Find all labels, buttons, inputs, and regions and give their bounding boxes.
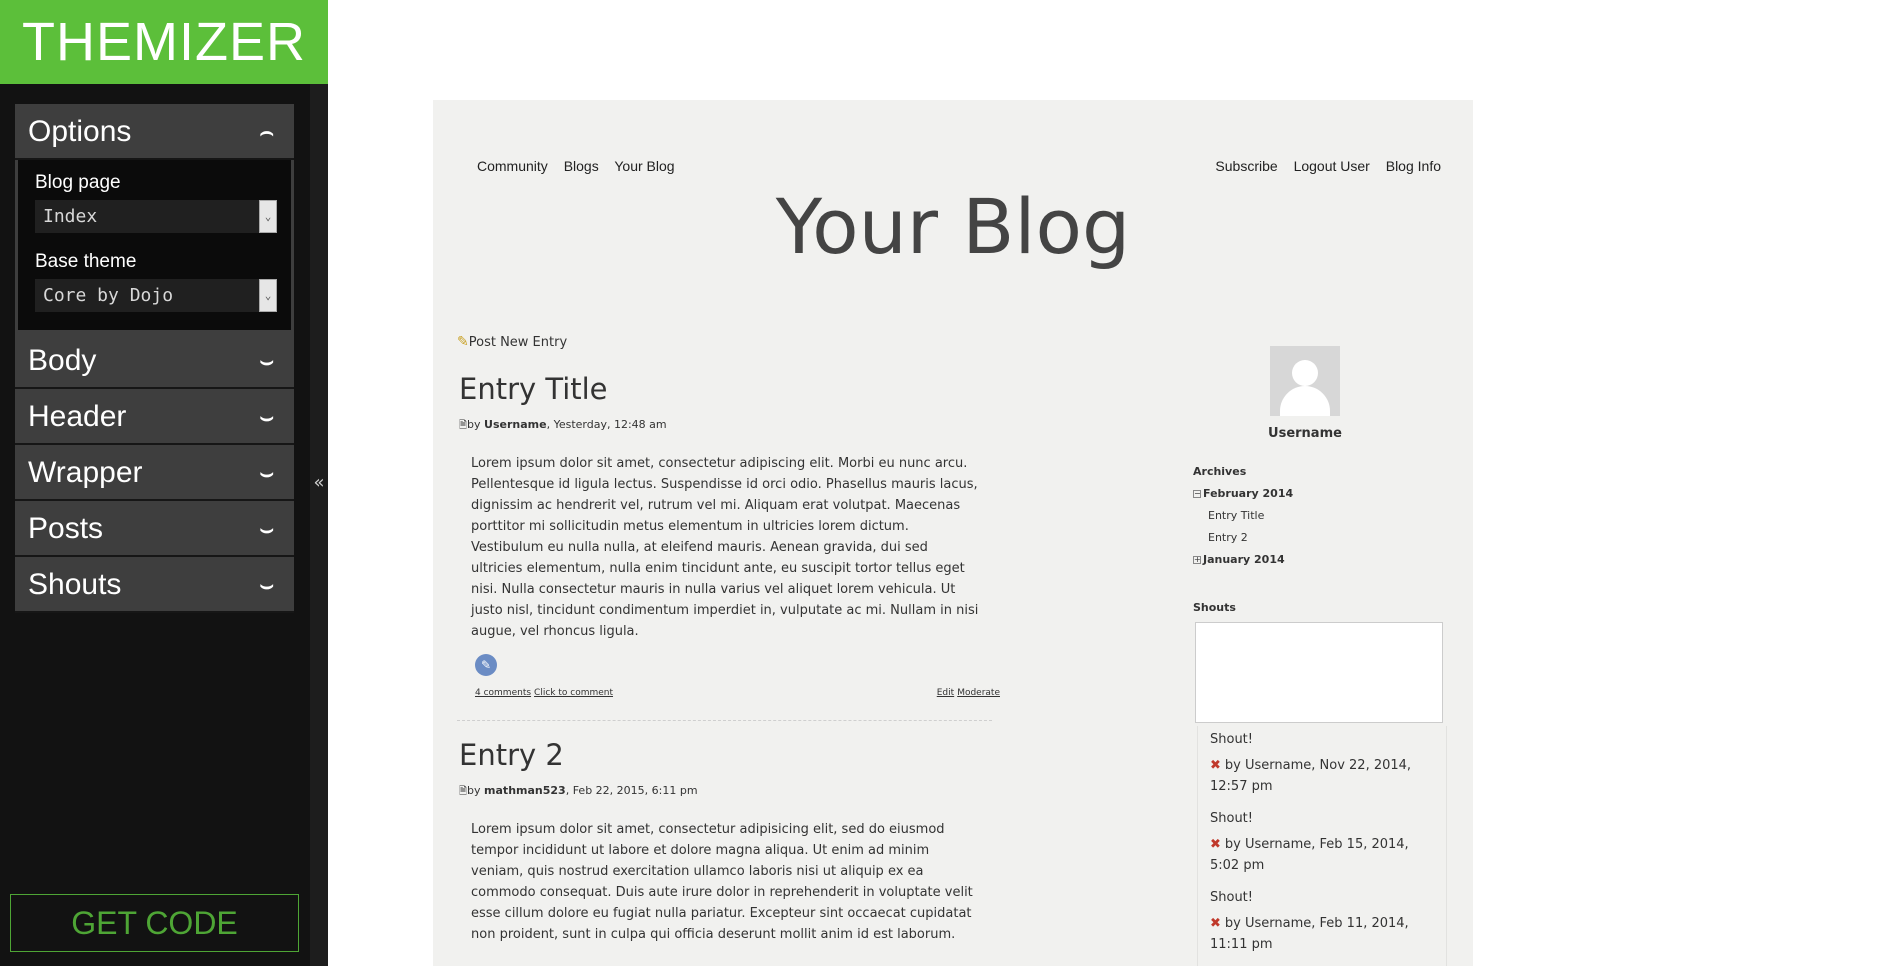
blog-title: Your Blog <box>775 182 1131 271</box>
nav-logout[interactable]: Logout User <box>1294 158 1370 174</box>
chevron-up-icon: ⌢ <box>259 119 274 144</box>
moderate-link[interactable]: Moderate <box>957 688 1000 698</box>
archive-month-label: February 2014 <box>1203 487 1294 500</box>
archive-entry[interactable]: Entry 2 <box>1193 531 1248 544</box>
nav-blogs[interactable]: Blogs <box>564 158 599 174</box>
archive-month-label: January 2014 <box>1203 553 1285 566</box>
collapse-icon: − <box>1193 489 1201 498</box>
shout-meta: by Username, Feb 15, 2014, 5:02 pm <box>1210 837 1409 873</box>
nav-community[interactable]: Community <box>477 158 548 174</box>
chevron-down-icon: ⌣ <box>259 404 274 429</box>
archive-month[interactable]: − February 2014 <box>1193 487 1293 500</box>
collapse-strip <box>310 84 328 966</box>
accordion-body-header[interactable]: Body ⌣ <box>15 333 294 389</box>
accordion-options-header[interactable]: Options ⌢ <box>15 104 294 160</box>
themizer-panel: THEMIZER Options ⌢ Blog page Index ⌄ Bas… <box>0 0 328 966</box>
delete-icon[interactable]: ✖ <box>1210 916 1221 931</box>
nav-subscribe[interactable]: Subscribe <box>1215 158 1277 174</box>
app-logo: THEMIZER <box>0 0 328 84</box>
avatar[interactable] <box>1270 346 1340 416</box>
accordion-options-label: Options <box>28 115 132 148</box>
document-icon: 🗎 <box>459 420 468 431</box>
archive-month[interactable]: + January 2014 <box>1193 553 1285 566</box>
blog-entry: Entry 2 🗎by mathman523, Feb 22, 2015, 6:… <box>459 738 989 945</box>
chevron-down-icon: ⌣ <box>259 348 274 373</box>
shout-text: Shout! <box>1210 732 1253 747</box>
shout-item: Shout! ✖ by Username, Feb 11, 2014, 11:11… <box>1210 890 1434 955</box>
sidebar-username[interactable]: Username <box>1203 426 1407 441</box>
entry-date: , Yesterday, 12:48 am <box>546 418 667 431</box>
shout-text: Shout! <box>1210 890 1253 905</box>
shout-input[interactable] <box>1195 622 1443 723</box>
chevron-down-icon: ⌣ <box>259 516 274 541</box>
entry-meta: 🗎by mathman523, Feb 22, 2015, 6:11 pm <box>459 784 698 797</box>
chevron-down-icon: ⌄ <box>259 279 277 312</box>
entry-body: Lorem ipsum dolor sit amet, consectetur … <box>471 456 979 639</box>
base-theme-value: Core by Dojo <box>43 285 174 306</box>
accordion-posts-label: Posts <box>28 512 104 545</box>
archive-entry[interactable]: Entry Title <box>1193 509 1264 522</box>
click-to-comment-link[interactable]: Click to comment <box>534 688 613 698</box>
base-theme-label: Base theme <box>35 251 137 272</box>
entry-divider <box>457 720 992 721</box>
collapse-panel-icon[interactable]: « <box>310 472 328 493</box>
post-new-entry-label: Post New Entry <box>468 335 568 350</box>
shout-meta: by Username, Feb 11, 2014, 11:11 pm <box>1210 916 1409 952</box>
edit-pencil-icon[interactable]: ✎ <box>475 654 497 676</box>
accordion-header-header[interactable]: Header ⌣ <box>15 389 294 445</box>
blog-page-label: Blog page <box>35 172 121 193</box>
avatar-head <box>1292 360 1318 386</box>
shout-item: Shout! ✖ by Username, Nov 22, 2014, 12:57… <box>1210 732 1434 797</box>
blog-page-value: Index <box>43 206 98 227</box>
options-accordion: Options ⌢ Blog page Index ⌄ Base theme C… <box>15 104 294 613</box>
nav-right: Subscribe Logout User Blog Info <box>1203 158 1441 174</box>
delete-icon[interactable]: ✖ <box>1210 758 1221 773</box>
post-new-entry-link[interactable]: ✎Post New Entry <box>457 334 567 350</box>
archive-entry-label: Entry 2 <box>1208 531 1248 544</box>
chevron-down-icon: ⌣ <box>259 460 274 485</box>
archive-entry-label: Entry Title <box>1208 509 1265 522</box>
expand-icon: + <box>1193 555 1201 564</box>
nav-blog-info[interactable]: Blog Info <box>1386 158 1441 174</box>
shout-list: Shout! ✖ by Username, Nov 22, 2014, 12:57… <box>1197 726 1447 966</box>
accordion-body-label: Body <box>28 344 97 377</box>
entry-links: 4 comments Click to comment Edit Moderate <box>459 688 1000 702</box>
accordion-shouts-header[interactable]: Shouts ⌣ <box>15 557 294 613</box>
document-icon: 🗎 <box>459 786 468 797</box>
nav-your-blog[interactable]: Your Blog <box>614 158 674 174</box>
entry-author[interactable]: Username <box>484 418 547 431</box>
shout-text: Shout! <box>1210 811 1253 826</box>
blog-entry: Entry Title 🗎by Username, Yesterday, 12:… <box>459 372 1000 702</box>
accordion-shouts-label: Shouts <box>28 568 122 601</box>
accordion-posts-header[interactable]: Posts ⌣ <box>15 501 294 557</box>
shout-meta: by Username, Nov 22, 2014, 12:57 pm <box>1210 758 1412 794</box>
entry-date: , Feb 22, 2015, 6:11 pm <box>565 784 698 797</box>
accordion-header-label: Header <box>28 400 127 433</box>
chevron-down-icon: ⌄ <box>259 200 277 233</box>
base-theme-select[interactable]: Core by Dojo ⌄ <box>35 279 277 312</box>
pencil-icon: ✎ <box>457 334 469 350</box>
options-panel: Blog page Index ⌄ Base theme Core by Doj… <box>15 160 294 333</box>
entry-title[interactable]: Entry Title <box>459 372 989 406</box>
nav-left: Community Blogs Your Blog <box>477 158 687 174</box>
entry-title[interactable]: Entry 2 <box>459 738 989 772</box>
delete-icon[interactable]: ✖ <box>1210 837 1221 852</box>
shout-item: Shout! ✖ by Username, Feb 15, 2014, 5:02 … <box>1210 811 1434 876</box>
get-code-button[interactable]: GET CODE <box>10 894 299 952</box>
accordion-wrapper-header[interactable]: Wrapper ⌣ <box>15 445 294 501</box>
chevron-down-icon: ⌣ <box>259 572 274 597</box>
archives-heading: Archives <box>1193 465 1247 478</box>
shouts-heading: Shouts <box>1193 601 1236 614</box>
avatar-body <box>1280 386 1330 416</box>
entry-body: Lorem ipsum dolor sit amet, consectetur … <box>471 822 973 942</box>
blog-page-select[interactable]: Index ⌄ <box>35 200 277 233</box>
accordion-wrapper-label: Wrapper <box>28 456 143 489</box>
blog-preview: Community Blogs Your Blog Subscribe Logo… <box>433 100 1473 966</box>
entry-meta: 🗎by Username, Yesterday, 12:48 am <box>459 418 667 431</box>
comments-link[interactable]: 4 comments <box>475 688 531 698</box>
entry-author[interactable]: mathman523 <box>484 784 566 797</box>
edit-link[interactable]: Edit <box>937 688 954 698</box>
